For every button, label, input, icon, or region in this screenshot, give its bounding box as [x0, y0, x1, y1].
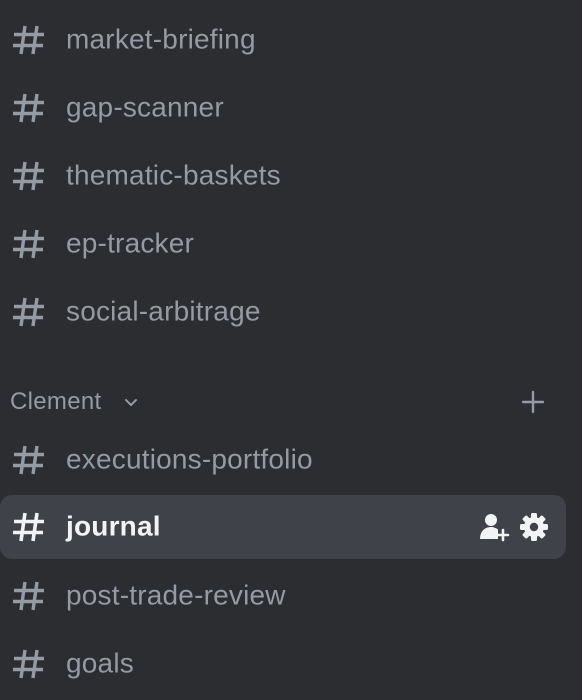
channel-label: gap-scanner	[66, 91, 224, 123]
channel-label: post-trade-review	[66, 579, 286, 611]
channel-goals[interactable]: goals	[0, 632, 566, 696]
channel-sidebar: market-briefing gap-scanner thematic-bas…	[0, 0, 582, 700]
channel-ep-tracker[interactable]: ep-tracker	[0, 212, 566, 276]
hash-icon	[11, 90, 47, 126]
channel-journal[interactable]: journal	[0, 495, 566, 559]
channel-post-trade-review[interactable]: post-trade-review	[0, 564, 566, 628]
channel-thematic-baskets[interactable]: thematic-baskets	[0, 144, 566, 208]
channel-label: market-briefing	[66, 23, 256, 55]
channel-label: goals	[66, 647, 134, 679]
channel-social-arbitrage[interactable]: social-arbitrage	[0, 280, 566, 344]
plus-icon[interactable]	[519, 388, 547, 416]
hash-icon	[11, 442, 47, 478]
channel-gap-scanner[interactable]: gap-scanner	[0, 76, 566, 140]
invite-member-icon[interactable]	[478, 511, 510, 543]
channel-label: social-arbitrage	[66, 295, 261, 327]
gear-icon[interactable]	[518, 511, 550, 543]
hash-icon	[11, 509, 47, 545]
hash-icon	[11, 578, 47, 614]
hash-icon	[11, 22, 47, 58]
hash-icon	[11, 158, 47, 194]
channel-label: ep-tracker	[66, 227, 195, 259]
chevron-down-icon	[122, 393, 140, 411]
hash-icon	[11, 646, 47, 682]
channel-market-briefing[interactable]: market-briefing	[0, 8, 566, 72]
channel-label: executions-portfolio	[66, 443, 313, 475]
category-header[interactable]: Clement	[0, 380, 566, 424]
channel-label: thematic-baskets	[66, 159, 281, 191]
category-name: Clement	[10, 388, 102, 415]
hash-icon	[11, 226, 47, 262]
channel-actions	[478, 511, 550, 543]
hash-icon	[11, 294, 47, 330]
channel-label: journal	[66, 510, 161, 542]
channel-executions-portfolio[interactable]: executions-portfolio	[0, 428, 566, 492]
